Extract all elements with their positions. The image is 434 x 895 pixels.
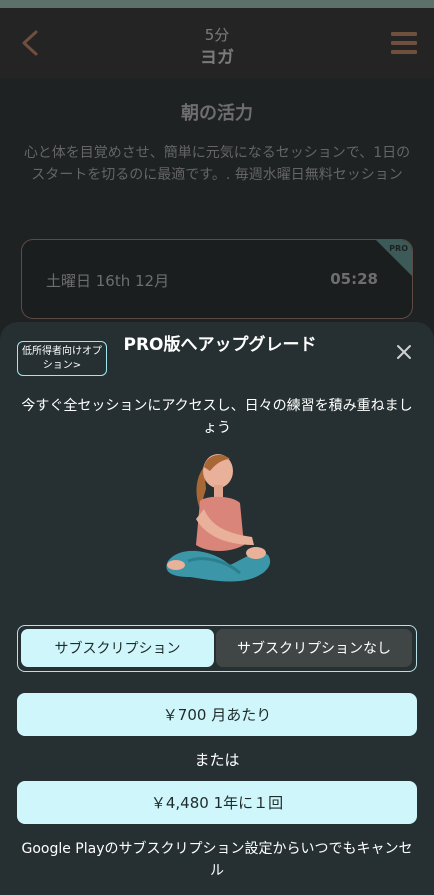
upgrade-subtitle: 今すぐ全セッションにアクセスし、日々の練習を積み重ねましょう [21,398,413,436]
cancel-note: Google Playのサブスクリプション設定からいつでもキャンセル [21,841,413,879]
upgrade-title: PRO版へアップグレード [123,335,317,355]
header-title: ヨガ [200,48,234,68]
yoga-woman-illustration [166,454,271,582]
hamburger-menu-icon[interactable] [391,32,417,56]
session-date: 土曜日 16th 12月 [46,272,170,290]
session-description: 心と体を目覚めさせ、簡単に元気になるセッションで、1日のスタートを切るのに最適で… [23,145,411,183]
header-duration: 5分 [204,26,230,44]
upgrade-bottom-sheet: 低所得者向けオプション> PRO版へアップグレード 今すぐ全セッションにアクセス… [0,322,434,895]
chevron-left-icon[interactable] [16,26,44,60]
subscription-option[interactable]: サブスクリプション [21,629,214,667]
yearly-price-button[interactable]: ￥4,480 1年に１回 [17,781,417,824]
low-income-option-button[interactable]: 低所得者向けオプション> [17,341,107,376]
status-strip [0,0,434,8]
monthly-price-button[interactable]: ￥700 月あたり [17,693,417,736]
pro-badge: PRO [389,244,408,253]
subscription-toggle: サブスクリプション サブスクリプションなし [17,625,417,672]
no-subscription-option[interactable]: サブスクリプションなし [216,629,412,667]
or-separator: または [194,751,240,769]
app-header: 5分 ヨガ [0,8,434,78]
session-title: 朝の活力 [181,103,253,124]
session-time: 05:28 [330,270,378,288]
session-card[interactable]: PRO 土曜日 16th 12月 05:28 [21,239,413,319]
close-icon[interactable] [395,343,413,361]
